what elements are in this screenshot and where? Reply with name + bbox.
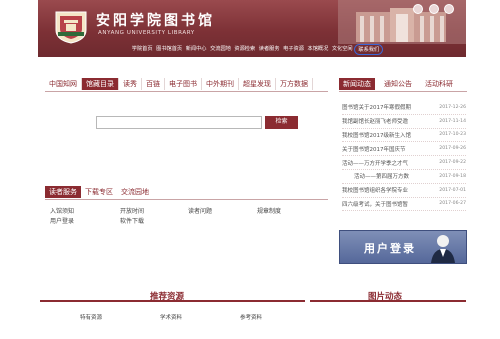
news-title[interactable]: 图书馆关于2017年寒假假期: [342, 103, 428, 111]
news-date: 2017-11-14: [439, 118, 466, 124]
nav-e-resources[interactable]: 电子资源: [281, 44, 305, 55]
weibo-icon[interactable]: [429, 4, 439, 14]
nav-library-home[interactable]: 图书馆首页: [154, 44, 184, 55]
news-date: 2017-06-27: [439, 201, 466, 207]
news-date: 2017-09-26: [439, 146, 466, 152]
tab-news[interactable]: 新闻动态: [339, 78, 375, 90]
news-title[interactable]: 我校图书馆组织各学院专业: [342, 186, 428, 194]
news-tabs-divider: [339, 91, 467, 92]
list-item[interactable]: 图书馆关于2017年寒假假期 2017-12-26: [342, 101, 466, 115]
tab-downloads[interactable]: 下载专区: [81, 186, 117, 198]
news-date: 2017-07-01: [439, 187, 466, 193]
nav-about[interactable]: 本馆概况: [306, 44, 330, 55]
nav-news[interactable]: 新闻中心: [184, 44, 208, 55]
nav-culture[interactable]: 文化空间: [330, 44, 354, 55]
list-item[interactable]: 我馆副馆长赵丽飞老师受邀 2017-11-14: [342, 115, 466, 129]
search-icon[interactable]: [413, 4, 423, 14]
catalog-search-input[interactable]: [96, 116, 262, 129]
news-title[interactable]: 我馆副馆长赵丽飞老师受邀: [342, 117, 428, 125]
news-tabs: 新闻动态 通知公告 活动科研: [339, 78, 457, 90]
recommend-special[interactable]: 特有资源: [80, 313, 102, 321]
nav-forum[interactable]: 交流园地: [208, 44, 232, 55]
library-logo-icon: [55, 11, 87, 44]
resource-tabs-divider: [45, 91, 328, 92]
tab-catalog[interactable]: 馆藏目录: [82, 78, 119, 90]
nav-home[interactable]: 学院首页: [130, 44, 154, 55]
nav-contact[interactable]: 联系我们: [354, 44, 384, 55]
search-button[interactable]: 检索: [265, 116, 298, 129]
news-title[interactable]: 活动——第四届万方数: [342, 172, 428, 180]
news-date: 2017-12-26: [439, 104, 466, 110]
nav-reader-services[interactable]: 读者服务: [257, 44, 281, 55]
main-nav: 学院首页 图书馆首页 新闻中心 交流园地 资源检索 读者服务 电子资源 本馆概况…: [130, 44, 384, 55]
service-tabs-divider: [45, 199, 328, 200]
link-reader-questions[interactable]: 读者问题: [188, 206, 212, 215]
recommend-academic[interactable]: 学术资料: [160, 313, 182, 321]
wechat-icon[interactable]: [444, 4, 454, 14]
news-list: 图书馆关于2017年寒假假期 2017-12-26 我馆副馆长赵丽飞老师受邀 201…: [342, 101, 466, 212]
tab-cnki[interactable]: 中国知网: [45, 78, 82, 90]
tab-forum[interactable]: 交流园地: [117, 186, 153, 198]
tab-ebooks[interactable]: 电子图书: [165, 78, 202, 90]
tab-bailian[interactable]: 百链: [142, 78, 165, 90]
nav-search[interactable]: 资源检索: [233, 44, 257, 55]
photo-divider: [310, 300, 466, 302]
news-title[interactable]: 关于图书馆2017年国庆节: [342, 145, 428, 153]
link-software-download[interactable]: 软件下载: [120, 216, 144, 225]
user-login-banner[interactable]: 用户登录: [339, 230, 467, 264]
list-item[interactable]: 我校图书馆2017级新生入馆 2017-10-23: [342, 129, 466, 143]
resource-tabs: 中国知网 馆藏目录 读秀 百链 电子图书 中外期刊 超星发现 万方数据: [45, 78, 313, 90]
tab-chaoxing[interactable]: 超星发现: [239, 78, 276, 90]
list-item[interactable]: 四六级考试，关于图书馆暂 2017-06-27: [342, 198, 466, 212]
tab-reader-services[interactable]: 读者服务: [45, 186, 81, 198]
tab-journals[interactable]: 中外期刊: [202, 78, 239, 90]
list-item[interactable]: 活动——万方开学季之才气 2017-09-22: [342, 156, 466, 170]
news-title[interactable]: 四六级考试，关于图书馆暂: [342, 200, 428, 208]
list-item[interactable]: 活动——第四届万方数 2017-09-18: [342, 170, 466, 184]
service-tabs: 读者服务 下载专区 交流园地: [45, 186, 153, 198]
user-figure-icon: [431, 235, 455, 263]
site-title: 安阳学院图书馆: [96, 13, 215, 29]
list-item[interactable]: 关于图书馆2017年国庆节 2017-09-26: [342, 142, 466, 157]
link-regulations[interactable]: 规章制度: [257, 206, 281, 215]
tab-notices[interactable]: 通知公告: [380, 78, 416, 90]
link-entry-notice[interactable]: 入馆须知: [50, 206, 74, 215]
tab-wanfang[interactable]: 万方数据: [276, 78, 313, 90]
tab-activities[interactable]: 活动科研: [421, 78, 457, 90]
login-banner-label: 用户登录: [364, 242, 416, 255]
link-opening-hours[interactable]: 开放时间: [120, 206, 144, 215]
news-title[interactable]: 我校图书馆2017级新生入馆: [342, 131, 428, 139]
news-date: 2017-10-23: [439, 132, 466, 138]
news-date: 2017-09-22: [439, 160, 466, 166]
news-date: 2017-09-18: [439, 173, 466, 179]
recommend-divider: [40, 300, 305, 302]
site-subtitle: ANYANG UNIVERSITY LIBRARY: [98, 30, 195, 36]
tab-duxiu[interactable]: 读秀: [119, 78, 142, 90]
news-title[interactable]: 活动——万方开学季之才气: [342, 159, 428, 167]
recommend-reference[interactable]: 参考资料: [240, 313, 262, 321]
link-user-login[interactable]: 用户登录: [50, 216, 74, 225]
list-item[interactable]: 我校图书馆组织各学院专业 2017-07-01: [342, 184, 466, 198]
